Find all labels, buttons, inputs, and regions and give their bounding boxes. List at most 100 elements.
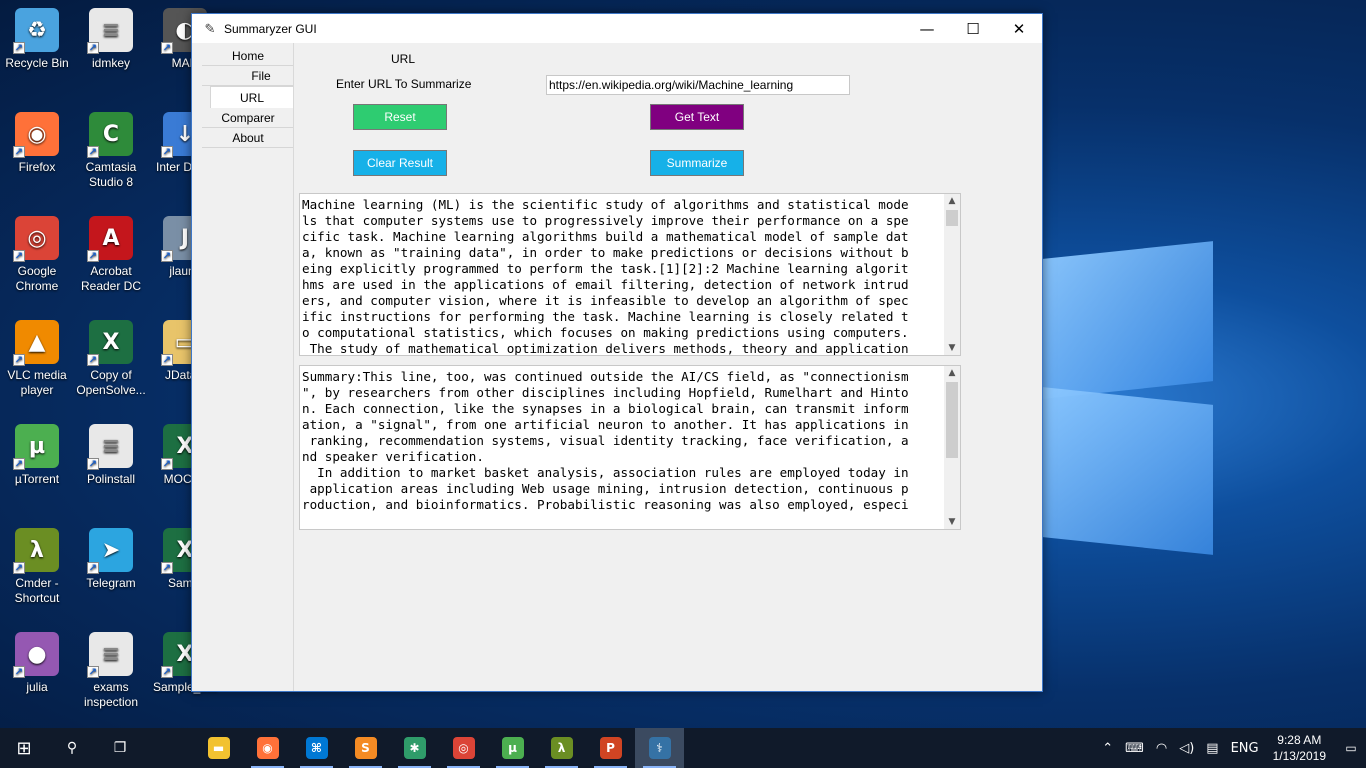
atom-icon: ✱ bbox=[403, 737, 426, 759]
shortcut-arrow-icon: ↗ bbox=[161, 458, 173, 470]
start-button[interactable]: ⊞ bbox=[0, 728, 48, 768]
scroll-up-icon[interactable]: ▲ bbox=[944, 366, 960, 380]
tab-home[interactable]: Home bbox=[202, 46, 294, 66]
url-heading: URL bbox=[391, 52, 416, 66]
search-icon[interactable]: ⚲ bbox=[48, 728, 96, 768]
shortcut-arrow-icon: ↗ bbox=[87, 458, 99, 470]
taskbar-utorrent[interactable]: µ bbox=[488, 728, 537, 768]
desktop-icon-label: Recycle Bin bbox=[5, 56, 69, 70]
title-bar[interactable]: ✎ Summaryzer GUI — ☐ ✕ bbox=[192, 14, 1042, 43]
desktop-icon[interactable]: ➤ ↗ Telegram bbox=[71, 528, 151, 591]
scroll-thumb[interactable] bbox=[946, 210, 958, 226]
desktop-icon[interactable]: µ ↗ µTorrent bbox=[0, 424, 77, 487]
shortcut-arrow-icon: ↗ bbox=[13, 250, 25, 262]
shortcut-arrow-icon: ↗ bbox=[87, 250, 99, 262]
tab-comparer[interactable]: Comparer bbox=[202, 108, 294, 128]
sublime-icon: S bbox=[354, 737, 377, 759]
scroll-thumb[interactable] bbox=[946, 382, 958, 458]
shortcut-arrow-icon: ↗ bbox=[87, 562, 99, 574]
source-text-box[interactable]: Machine learning (ML) is the scientific … bbox=[299, 193, 961, 356]
source-text: Machine learning (ML) is the scientific … bbox=[302, 197, 909, 356]
chrome-icon: ◎ bbox=[452, 737, 475, 759]
summary-scrollbar[interactable]: ▲ ▼ bbox=[944, 366, 960, 529]
taskbar: ⊞ ⚲ ❐ ▬ ◉ ⌘ S ✱ ◎ µ λ P ⚕ ⌃ ⌨ ◠ ◁) ▤ ENG 9:28 AM … bbox=[0, 728, 1366, 768]
cmder-icon: λ ↗ bbox=[13, 528, 59, 574]
desktop-icon[interactable]: ▲ ↗ VLC media player bbox=[0, 320, 77, 398]
url-input[interactable] bbox=[546, 75, 850, 95]
summaryzer-window: ✎ Summaryzer GUI — ☐ ✕ Home File URL Com… bbox=[191, 13, 1043, 692]
acrobat-icon: A ↗ bbox=[87, 216, 133, 262]
recycle-bin-icon: ♻ ↗ bbox=[13, 8, 59, 54]
taskbar-cmder[interactable]: λ bbox=[537, 728, 586, 768]
scroll-down-icon[interactable]: ▼ bbox=[944, 515, 960, 529]
minimize-button[interactable]: — bbox=[904, 14, 950, 43]
notification-icon[interactable]: ▭ bbox=[1336, 741, 1366, 755]
desktop-icon[interactable]: ≡ ↗ idmkey bbox=[71, 8, 151, 71]
window-client: Home File URL Comparer About URL Enter U… bbox=[192, 43, 1042, 691]
reset-button[interactable]: Reset bbox=[353, 104, 447, 130]
source-scrollbar[interactable]: ▲ ▼ bbox=[944, 194, 960, 355]
vlc-icon: ▲ ↗ bbox=[13, 320, 59, 366]
desktop-icon[interactable]: λ ↗ Cmder - Shortcut bbox=[0, 528, 77, 606]
wallpaper-pane-bottom bbox=[1043, 387, 1213, 555]
tray-chevron-icon[interactable]: ⌃ bbox=[1102, 741, 1113, 756]
tab-nav: Home File URL Comparer About bbox=[202, 46, 294, 148]
tab-about[interactable]: About bbox=[202, 128, 294, 148]
summarize-button[interactable]: Summarize bbox=[650, 150, 744, 176]
close-button[interactable]: ✕ bbox=[996, 14, 1042, 43]
taskbar-file-explorer[interactable]: ▬ bbox=[194, 728, 243, 768]
desktop-icon-label: Cmder - Shortcut bbox=[14, 576, 60, 605]
taskbar-python[interactable]: ⚕ bbox=[635, 728, 684, 768]
action-center-msg-icon[interactable]: ▤ bbox=[1206, 741, 1218, 756]
desktop-icon-label: Google Chrome bbox=[15, 264, 59, 293]
nav-separator bbox=[293, 43, 294, 691]
taskbar-chrome[interactable]: ◎ bbox=[439, 728, 488, 768]
taskbar-atom[interactable]: ✱ bbox=[390, 728, 439, 768]
tab-file[interactable]: File bbox=[202, 66, 294, 86]
shortcut-arrow-icon: ↗ bbox=[13, 42, 25, 54]
clock[interactable]: 9:28 AM 1/13/2019 bbox=[1273, 732, 1326, 764]
taskbar-powerpoint[interactable]: P bbox=[586, 728, 635, 768]
shortcut-arrow-icon: ↗ bbox=[87, 42, 99, 54]
shortcut-arrow-icon: ↗ bbox=[13, 666, 25, 678]
shortcut-arrow-icon: ↗ bbox=[161, 250, 173, 262]
desktop-icon[interactable]: A ↗ Acrobat Reader DC bbox=[71, 216, 151, 294]
ime-icon[interactable]: ⌨ bbox=[1125, 741, 1144, 756]
shortcut-arrow-icon: ↗ bbox=[87, 354, 99, 366]
desktop-icon[interactable]: ◎ ↗ Google Chrome bbox=[0, 216, 77, 294]
scroll-up-icon[interactable]: ▲ bbox=[944, 194, 960, 208]
desktop-icon-label: julia bbox=[26, 680, 48, 694]
desktop-icon[interactable]: ≡ ↗ Polinstall bbox=[71, 424, 151, 487]
desktop-icon[interactable]: C ↗ Camtasia Studio 8 bbox=[71, 112, 151, 190]
shortcut-arrow-icon: ↗ bbox=[87, 666, 99, 678]
taskbar-firefox[interactable]: ◉ bbox=[243, 728, 292, 768]
shortcut-arrow-icon: ↗ bbox=[161, 666, 173, 678]
taskbar-apps: ▬ ◉ ⌘ S ✱ ◎ µ λ P ⚕ bbox=[144, 728, 684, 768]
file-explorer-icon: ▬ bbox=[207, 737, 230, 759]
julia-icon: ● ↗ bbox=[13, 632, 59, 678]
summary-text-box[interactable]: Summary:This line, too, was continued ou… bbox=[299, 365, 961, 530]
language-indicator[interactable]: ENG bbox=[1231, 741, 1259, 756]
get-text-button[interactable]: Get Text bbox=[650, 104, 744, 130]
excel-icon: X ↗ bbox=[87, 320, 133, 366]
desktop-icon[interactable]: ● ↗ julia bbox=[0, 632, 77, 695]
maximize-button[interactable]: ☐ bbox=[950, 14, 996, 43]
clock-time: 9:28 AM bbox=[1277, 733, 1322, 747]
desktop-icon[interactable]: ◉ ↗ Firefox bbox=[0, 112, 77, 175]
taskbar-sublime[interactable]: S bbox=[341, 728, 390, 768]
wifi-icon[interactable]: ◠ bbox=[1156, 741, 1167, 756]
tab-url[interactable]: URL bbox=[210, 86, 294, 108]
shortcut-arrow-icon: ↗ bbox=[13, 562, 25, 574]
enter-url-label: Enter URL To Summarize bbox=[336, 77, 472, 91]
taskbar-vscode[interactable]: ⌘ bbox=[292, 728, 341, 768]
desktop-icon[interactable]: X ↗ Copy of OpenSolve... bbox=[71, 320, 151, 398]
scroll-down-icon[interactable]: ▼ bbox=[944, 341, 960, 355]
telegram-icon: ➤ ↗ bbox=[87, 528, 133, 574]
desktop-icon[interactable]: ♻ ↗ Recycle Bin bbox=[0, 8, 77, 71]
task-view-icon[interactable]: ❐ bbox=[96, 728, 144, 768]
desktop-icon[interactable]: ≡ ↗ exams inspection bbox=[71, 632, 151, 710]
document-icon: ≡ ↗ bbox=[87, 8, 133, 54]
volume-icon[interactable]: ◁) bbox=[1179, 741, 1194, 756]
firefox-icon: ◉ bbox=[256, 737, 279, 759]
clear-result-button[interactable]: Clear Result bbox=[353, 150, 447, 176]
